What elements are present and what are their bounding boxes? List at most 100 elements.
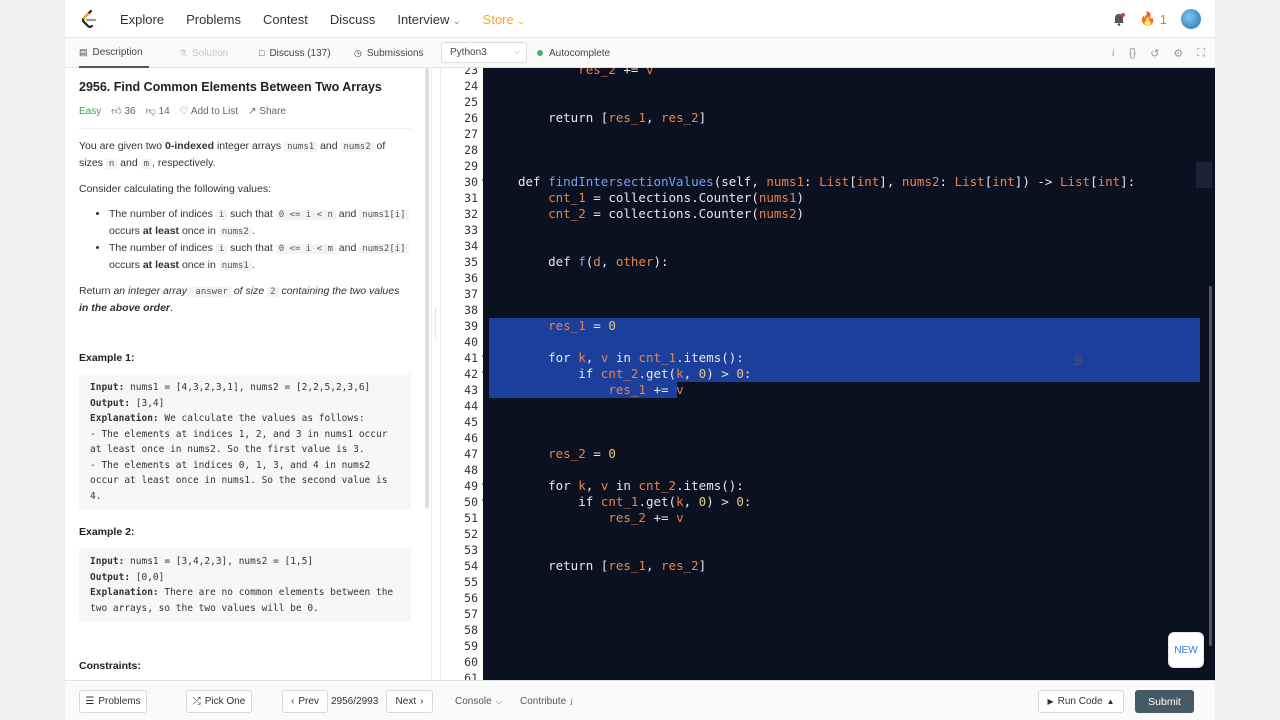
line-number: 58	[464, 623, 478, 637]
chevron-down-icon: ⌄	[517, 15, 525, 26]
code-line: def f(d, other):	[518, 254, 669, 269]
code-line: return [res_1, res_2]	[518, 558, 707, 573]
braces-icon[interactable]: {}	[1129, 47, 1136, 59]
minimap[interactable]	[1196, 162, 1212, 188]
nav-problems[interactable]: Problems	[186, 12, 241, 27]
line-number: 35	[464, 255, 478, 269]
nav-interview[interactable]: Interview ⌄	[397, 12, 460, 27]
drag-handle[interactable]	[435, 308, 437, 338]
tab-discuss[interactable]: □ Discuss (137)	[259, 38, 331, 68]
line-number: 48	[464, 463, 478, 477]
autocomplete-toggle[interactable]: Autocomplete	[537, 38, 610, 68]
example-1-title: Example 1:	[79, 352, 135, 364]
code-editor[interactable]: 2324252627282930▼3132333435363738394041▼…	[441, 68, 1215, 680]
tab-description-label: Description	[92, 46, 143, 58]
pick-one-button[interactable]: ⤮ Pick One	[186, 690, 252, 713]
line-number: 41	[464, 351, 478, 365]
problems-label: Problems	[98, 696, 141, 707]
line-number: 49	[464, 479, 478, 493]
problem-counter: 2956/2993	[331, 696, 379, 707]
example-1-box: Input: nums1 = [4,3,2,3,1], nums2 = [2,2…	[79, 374, 411, 510]
console-button[interactable]: Console ⌵	[455, 690, 502, 713]
leetcode-logo-icon[interactable]	[79, 9, 99, 29]
bell-icon[interactable]	[1112, 12, 1126, 26]
clock-icon: ◷	[354, 47, 362, 58]
next-label: Next	[395, 696, 417, 707]
flask-icon: ⚗	[179, 47, 188, 58]
next-button[interactable]: Next ›	[386, 690, 433, 713]
submit-button[interactable]: Submit	[1135, 690, 1194, 713]
streak-counter[interactable]: 🔥 1	[1140, 11, 1167, 27]
new-feature-button[interactable]: NEW	[1168, 632, 1204, 668]
code-line: cnt_2 = collections.Counter(nums2)	[548, 206, 805, 221]
nav-discuss[interactable]: Discuss	[330, 12, 376, 27]
description-scrollbar[interactable]	[425, 68, 429, 508]
share-button[interactable]: ↗ Share	[248, 106, 286, 117]
line-number: 51	[464, 511, 478, 525]
thumbs-down-icon: 👎︎	[145, 106, 156, 117]
line-number: 37	[464, 287, 478, 301]
tab-submissions[interactable]: ◷ Submissions	[354, 38, 424, 68]
difficulty-badge: Easy	[79, 105, 102, 117]
language-select-value: Python3	[450, 47, 487, 58]
line-number: 60	[464, 655, 478, 669]
share-icon: ↗	[248, 105, 257, 117]
line-number: 31	[464, 191, 478, 205]
prev-label: Prev	[298, 696, 319, 707]
line-number-gutter: 2324252627282930▼3132333435363738394041▼…	[441, 68, 487, 680]
console-label: Console	[455, 696, 492, 707]
code-line: res_2 += v	[608, 510, 684, 525]
chevron-left-icon: ‹	[291, 696, 295, 707]
run-code-label: Run Code	[1057, 696, 1103, 707]
contribute-button[interactable]: Contribute i	[520, 690, 573, 713]
prev-button[interactable]: ‹ Prev	[282, 690, 328, 713]
code-line: for k, v in cnt_1.items():	[518, 350, 744, 365]
tab-description[interactable]: ▤ Description	[79, 38, 149, 68]
comment-icon: □	[259, 48, 265, 58]
tab-discuss-label: Discuss (137)	[269, 47, 331, 59]
constraints-title: Constraints:	[79, 660, 141, 672]
avatar[interactable]	[1181, 9, 1201, 29]
tab-solution[interactable]: ⚗ Solution	[179, 38, 228, 68]
add-to-list-button[interactable]: ♡ Add to List	[180, 106, 238, 117]
like-button[interactable]: 👍︎ 36	[111, 105, 135, 117]
info-icon[interactable]: i	[1112, 47, 1115, 59]
chevron-up-icon: ▲	[1106, 697, 1115, 706]
line-number: 39	[464, 319, 478, 333]
line-number: 30	[464, 175, 478, 189]
code-line: res_2 = 0	[548, 446, 616, 461]
list-icon: ☰	[85, 696, 95, 707]
example-2-title: Example 2:	[79, 526, 135, 538]
tab-solution-label: Solution	[192, 47, 229, 59]
reset-icon[interactable]: ↺	[1150, 47, 1159, 60]
divider	[79, 128, 411, 129]
example-2-box: Input: nums1 = [3,4,2,3], nums2 = [1,5] …	[79, 548, 411, 622]
run-code-button[interactable]: ▶ Run Code ▲	[1038, 690, 1124, 713]
description-paragraph-1: You are given two 0-indexed integer arra…	[79, 140, 386, 169]
nav-store-label: Store	[482, 11, 514, 27]
pick-one-label: Pick One	[204, 696, 246, 707]
nav-store[interactable]: Store ⌄	[483, 12, 525, 27]
code-line: cnt_1 = collections.Counter(nums1)	[548, 190, 805, 205]
code-line: res_2 += v	[578, 68, 654, 77]
code-area[interactable]: res_2 += v return [res_1, res_2] def find…	[483, 68, 1215, 680]
add-to-list-label: Add to List	[190, 105, 239, 117]
dislike-button[interactable]: 👎︎ 14	[146, 105, 170, 117]
settings-icon[interactable]: ⚙	[1173, 47, 1183, 60]
bullet-item: The number of indices i such that 0 <= i…	[109, 206, 411, 240]
line-number: 38	[464, 303, 478, 317]
line-number: 59	[464, 639, 478, 653]
problem-title: 2956. Find Common Elements Between Two A…	[79, 80, 382, 94]
code-line: if cnt_1.get(k, 0) > 0:	[518, 494, 752, 509]
editor-scrollbar[interactable]	[1209, 286, 1212, 646]
problems-button[interactable]: ☰ Problems	[79, 690, 147, 713]
line-number: 53	[464, 543, 478, 557]
language-select[interactable]: Python3 ⌵	[441, 42, 527, 63]
code-line: res_1 += v	[608, 382, 684, 397]
description-paragraph-2: Consider calculating the following value…	[79, 183, 272, 195]
status-dot	[537, 50, 543, 56]
nav-explore[interactable]: Explore	[120, 12, 164, 27]
nav-contest[interactable]: Contest	[263, 12, 308, 27]
panel-splitter[interactable]	[431, 68, 441, 680]
fullscreen-icon[interactable]: ⛶	[1197, 47, 1205, 60]
